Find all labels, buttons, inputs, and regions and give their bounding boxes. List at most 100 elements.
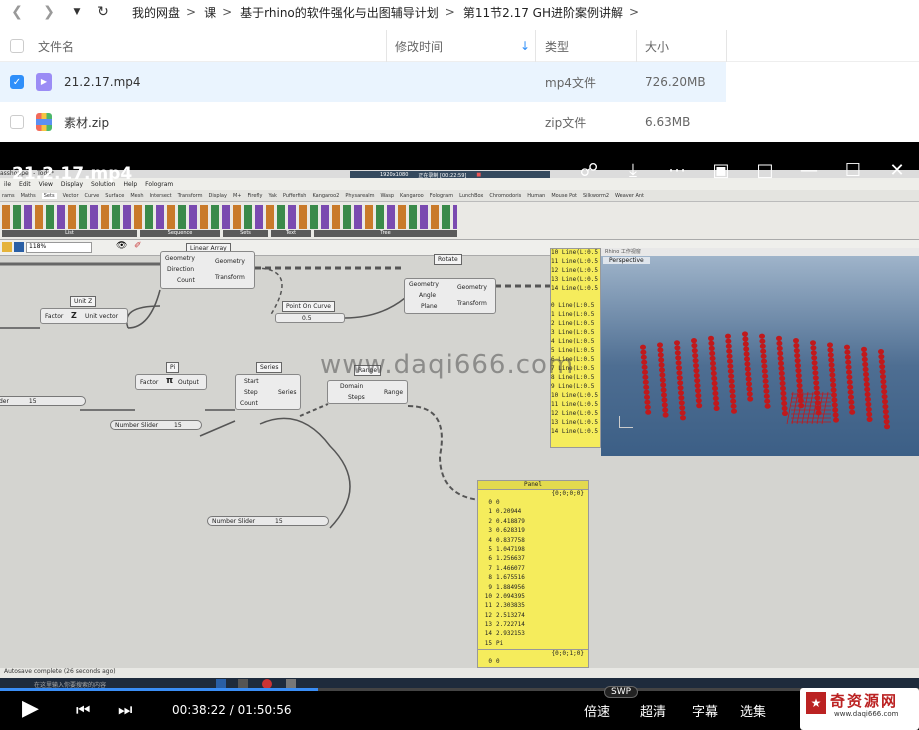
breadcrumb-item-program[interactable]: 基于rhino的软件强化与出图辅导计划	[240, 4, 439, 21]
column-header-modified[interactable]: 修改时间	[395, 30, 443, 62]
hd-button[interactable]: 超清	[640, 701, 666, 720]
column-divider[interactable]	[535, 30, 536, 62]
maximize-icon[interactable]: ☐	[831, 160, 875, 188]
breadcrumb-item-home[interactable]: 我的网盘	[132, 4, 180, 21]
port-factor-in[interactable]: Factor	[140, 379, 158, 386]
port-domain-in[interactable]: Domain	[340, 383, 363, 390]
gh-tab[interactable]: Kangaroo2	[312, 193, 339, 199]
history-dropdown-icon[interactable]: ▼	[66, 7, 88, 17]
pi-component[interactable]: Factor π Output	[135, 374, 207, 390]
gh-tab[interactable]: Physarealm	[345, 193, 374, 199]
unit-z-component[interactable]: Factor Z Unit vector	[40, 308, 128, 324]
port-plane-in[interactable]: Plane	[421, 303, 437, 310]
rotate-component[interactable]: Geometry Angle Plane Geometry Transform	[404, 278, 496, 314]
brush-icon[interactable]: ✐	[134, 241, 142, 251]
select-all-checkbox[interactable]	[10, 39, 24, 53]
gh-tab[interactable]: Vector	[63, 193, 79, 199]
gh-tab[interactable]: Curve	[85, 193, 100, 199]
row-checkbox-checked[interactable]: ✓	[10, 75, 24, 89]
file-name[interactable]: 21.2.17.mp4	[64, 62, 141, 102]
component-icons[interactable]	[2, 205, 457, 229]
save-file-icon[interactable]	[14, 242, 24, 252]
port-angle-in[interactable]: Angle	[419, 292, 436, 299]
gh-tab[interactable]: Chromodoris	[489, 193, 521, 199]
subtitles-button[interactable]: 字幕	[692, 701, 718, 720]
zoom-field[interactable]: 118%	[26, 242, 92, 253]
port-step-in[interactable]: Step	[244, 389, 258, 396]
swp-badge[interactable]: SWP	[604, 686, 639, 698]
episodes-button[interactable]: 选集	[740, 701, 766, 720]
refresh-icon[interactable]: ↻	[92, 4, 114, 20]
column-header-type[interactable]: 类型	[545, 30, 569, 62]
menu-fologram[interactable]: Fologram	[145, 181, 173, 188]
column-divider[interactable]	[726, 30, 727, 62]
geometry-list-panel[interactable]: 10 Line(L:0.5 11 Line(L:0.5 12 Line(L:0.…	[550, 248, 601, 448]
close-icon[interactable]: ✕	[875, 160, 919, 188]
gh-tab[interactable]: Pufferfish	[283, 193, 307, 199]
value-panel[interactable]: Panel {0;0;0;0} 0 0 1 0.20944 2 0.418879 3 0.62…	[477, 480, 589, 668]
column-header-size[interactable]: 大小	[645, 30, 669, 62]
column-header-name[interactable]: 文件名	[38, 30, 74, 62]
previous-icon[interactable]: ⏮	[76, 700, 90, 720]
more-icon[interactable]: ⋯	[655, 160, 699, 188]
gh-tab[interactable]: LunchBox	[459, 193, 483, 199]
gh-tab[interactable]: Firefly	[247, 193, 262, 199]
port-unit-vector-out[interactable]: Unit vector	[85, 313, 118, 320]
gh-tab[interactable]: Silkworm2	[583, 193, 609, 199]
file-name[interactable]: 素材.zip	[64, 102, 109, 142]
rhino-viewport[interactable]: Perspective	[601, 256, 919, 456]
range-component[interactable]: Domain Steps Range	[327, 380, 408, 404]
port-geometry-out[interactable]: Geometry	[457, 284, 487, 291]
minimize-icon[interactable]: —	[787, 160, 831, 188]
gh-tab[interactable]: Transform	[178, 193, 203, 199]
file-row[interactable]: ✓ ▶ 21.2.17.mp4 mp4文件 726.20MB	[0, 62, 726, 102]
linear-array-component[interactable]: Geometry Direction Count Geometry Transf…	[160, 251, 255, 289]
column-divider[interactable]	[386, 30, 387, 62]
file-row[interactable]: 素材.zip zip文件 6.63MB	[0, 102, 919, 142]
port-series-out[interactable]: Series	[278, 389, 296, 396]
gh-tab[interactable]: Human	[527, 193, 545, 199]
port-range-out[interactable]: Range	[384, 389, 403, 396]
port-geometry-out[interactable]: Geometry	[215, 258, 245, 265]
share-icon[interactable]: ☍	[567, 160, 611, 188]
number-slider[interactable]: der 15	[0, 396, 86, 406]
port-factor-in[interactable]: Factor	[45, 313, 63, 320]
rotate-icon[interactable]: □	[743, 160, 787, 188]
gh-tab[interactable]: Display	[209, 193, 227, 199]
forward-icon[interactable]: ❯	[38, 4, 60, 20]
play-icon[interactable]: ▶	[22, 696, 39, 721]
port-start-in[interactable]: Start	[244, 378, 259, 385]
port-transform-out[interactable]: Transform	[457, 300, 487, 307]
gh-tab-active[interactable]: Sets	[41, 192, 57, 199]
point-on-curve-component[interactable]: 0.5	[275, 313, 345, 323]
gh-tab[interactable]: Kangaroo	[400, 193, 424, 199]
port-direction-in[interactable]: Direction	[167, 266, 194, 273]
port-geometry-in[interactable]: Geometry	[165, 255, 195, 262]
breadcrumb-item-lesson[interactable]: 第11节2.17 GH进阶案例讲解	[463, 4, 623, 21]
gh-tab[interactable]: Mesh	[130, 193, 143, 199]
breadcrumb-item-course[interactable]: 课	[204, 4, 216, 21]
number-slider[interactable]: Number Slider 15	[110, 420, 202, 430]
port-transform-out[interactable]: Transform	[215, 274, 245, 281]
sort-desc-icon[interactable]: ↓	[520, 30, 530, 62]
video-player[interactable]: 21.2.17.mp4 ☍ ⤓ ⋯ ▣ □ — ☐ ✕ asshopper - …	[0, 142, 919, 730]
gh-tab[interactable]: rams	[2, 193, 15, 199]
port-count-in[interactable]: Count	[240, 400, 258, 407]
slider-value[interactable]: 15	[174, 422, 182, 429]
column-divider[interactable]	[636, 30, 637, 62]
gh-tab[interactable]: Fologram	[430, 193, 453, 199]
gh-tab[interactable]: Wasp	[381, 193, 394, 199]
gh-tab[interactable]: Maths	[21, 193, 36, 199]
slider-value[interactable]: 15	[275, 518, 283, 525]
port-output-out[interactable]: Output	[178, 379, 199, 386]
gh-tab[interactable]: Weaver Ant	[615, 193, 644, 199]
series-component[interactable]: Start Step Count Series	[235, 374, 301, 410]
speed-button[interactable]: 倍速	[584, 701, 610, 720]
progress-track[interactable]	[0, 688, 919, 691]
next-icon[interactable]: ⏭	[118, 700, 132, 720]
gh-tab[interactable]: M+	[233, 193, 242, 199]
port-steps-in[interactable]: Steps	[348, 394, 365, 401]
gh-tab[interactable]: Mouse Pot	[551, 193, 577, 199]
slider-value[interactable]: 15	[29, 398, 37, 405]
port-geometry-in[interactable]: Geometry	[409, 281, 439, 288]
